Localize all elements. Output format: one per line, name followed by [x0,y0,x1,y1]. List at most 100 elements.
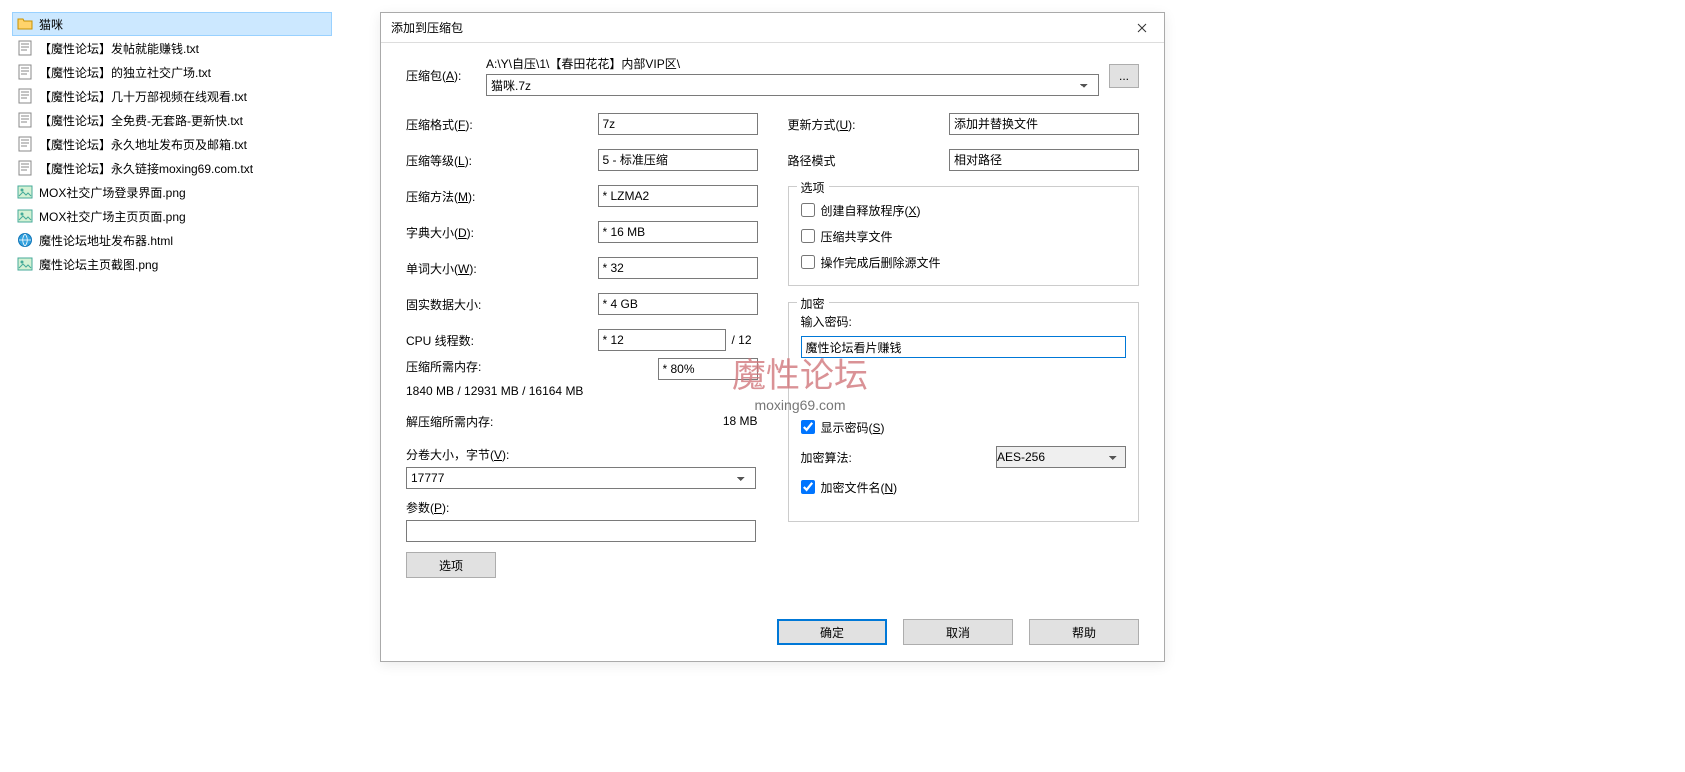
file-name: 魔性论坛主页截图.png [39,256,158,273]
encryption-legend: 加密 [797,295,829,312]
help-button[interactable]: 帮助 [1029,619,1139,645]
memcomp-line: 1840 MB / 12931 MB / 16164 MB [406,380,758,402]
file-list: 猫咪 【魔性论坛】发帖就能赚钱.txt 【魔性论坛】的独立社交广场.txt 【魔… [12,12,332,276]
archive-path: A:\Y\自压\1\【春田花花】内部VIP区\ [486,55,1099,72]
memcomp-select[interactable]: * 80% [658,358,758,380]
pathmode-select[interactable]: 相对路径 [949,149,1139,171]
level-label: 压缩等级(L): [406,152,598,169]
dict-row: 字典大小(D): * 16 MB [406,214,758,250]
algo-row: 加密算法: AES-256 [801,446,1127,468]
level-select[interactable]: 5 - 标准压缩 [598,149,758,171]
cancel-button[interactable]: 取消 [903,619,1013,645]
file-name: 【魔性论坛】发帖就能赚钱.txt [39,40,199,57]
memcomp-label: 压缩所需内存: [406,358,658,375]
file-item[interactable]: 【魔性论坛】全免费-无套路-更新快.txt [12,108,332,132]
dict-select[interactable]: * 16 MB [598,221,758,243]
password-input[interactable] [801,336,1127,358]
file-item[interactable]: 【魔性论坛】永久链接moxing69.com.txt [12,156,332,180]
file-item[interactable]: MOX社交广场主页页面.png [12,204,332,228]
archive-name-input[interactable] [486,74,1099,96]
titlebar[interactable]: 添加到压缩包 [381,13,1164,43]
file-name: 【魔性论坛】全免费-无套路-更新快.txt [39,112,243,129]
right-column: 更新方式(U): 添加并替换文件 路径模式 相对路径 选项 创建自释放程序(X)… [788,106,1140,578]
update-row: 更新方式(U): 添加并替换文件 [788,106,1140,142]
image-file-icon [17,184,33,200]
close-icon [1137,23,1147,33]
folder-icon [17,16,33,32]
image-file-icon [17,208,33,224]
file-name: 【魔性论坛】永久链接moxing69.com.txt [39,160,253,177]
method-select[interactable]: * LZMA2 [598,185,758,207]
memdecomp-value: 18 MB [723,414,758,428]
solid-label: 固实数据大小: [406,296,598,313]
file-item[interactable]: 魔性论坛主页截图.png [12,252,332,276]
image-file-icon [17,256,33,272]
file-name: 【魔性论坛】几十万部视频在线观看.txt [39,88,247,105]
dialog-buttons: 确定 取消 帮助 [381,605,1164,661]
file-item[interactable]: 【魔性论坛】的独立社交广场.txt [12,60,332,84]
level-row: 压缩等级(L): 5 - 标准压缩 [406,142,758,178]
options-legend: 选项 [797,179,829,196]
split-input[interactable] [406,467,756,489]
file-item[interactable]: 猫咪 [12,12,332,36]
archive-row: 压缩包(A): A:\Y\自压\1\【春田花花】内部VIP区\ ... [406,55,1139,96]
options-button[interactable]: 选项 [406,552,496,578]
file-name: 【魔性论坛】永久地址发布页及邮箱.txt [39,136,247,153]
dialog-content: 压缩包(A): A:\Y\自压\1\【春田花花】内部VIP区\ ... 压缩格式… [381,43,1164,605]
update-label: 更新方式(U): [788,116,950,133]
browse-button[interactable]: ... [1109,64,1139,88]
text-file-icon [17,136,33,152]
file-item[interactable]: MOX社交广场登录界面.png [12,180,332,204]
window-title: 添加到压缩包 [391,19,1119,36]
text-file-icon [17,64,33,80]
threads-select[interactable]: * 12 [598,329,726,351]
text-file-icon [17,112,33,128]
params-input[interactable] [406,520,756,542]
archive-label: 压缩包(A): [406,67,476,84]
password-label: 输入密码: [801,313,1127,330]
file-name: 【魔性论坛】的独立社交广场.txt [39,64,211,81]
options-group: 选项 创建自释放程序(X) 压缩共享文件 操作完成后删除源文件 [788,186,1140,286]
threads-max: / 12 [732,333,758,347]
text-file-icon [17,88,33,104]
threads-label: CPU 线程数: [406,332,598,349]
threads-row: CPU 线程数: * 12 / 12 [406,322,758,358]
pathmode-row: 路径模式 相对路径 [788,142,1140,178]
dict-label: 字典大小(D): [406,224,598,241]
file-item[interactable]: 【魔性论坛】永久地址发布页及邮箱.txt [12,132,332,156]
encryption-group: 加密 输入密码: 显示密码(S) 加密算法: AES-256 加密文件名(N) [788,302,1140,522]
method-label: 压缩方法(M): [406,188,598,205]
delete-after-checkbox[interactable]: 操作完成后删除源文件 [801,249,1127,275]
show-password-checkbox[interactable]: 显示密码(S) [801,414,1127,440]
word-label: 单词大小(W): [406,260,598,277]
format-select[interactable]: 7z [598,113,758,135]
encrypt-names-checkbox[interactable]: 加密文件名(N) [801,474,1127,500]
file-name: 魔性论坛地址发布器.html [39,232,173,249]
file-item[interactable]: 【魔性论坛】几十万部视频在线观看.txt [12,84,332,108]
file-item[interactable]: 【魔性论坛】发帖就能赚钱.txt [12,36,332,60]
solid-select[interactable]: * 4 GB [598,293,758,315]
params-label: 参数(P): [406,499,758,516]
method-row: 压缩方法(M): * LZMA2 [406,178,758,214]
html-file-icon [17,232,33,248]
word-select[interactable]: * 32 [598,257,758,279]
memdecomp-row: 解压缩所需内存: 18 MB [406,410,758,432]
format-row: 压缩格式(F): 7z [406,106,758,142]
add-to-archive-dialog: 添加到压缩包 压缩包(A): A:\Y\自压\1\【春田花花】内部VIP区\ .… [380,12,1165,662]
file-item[interactable]: 魔性论坛地址发布器.html [12,228,332,252]
file-name: MOX社交广场登录界面.png [39,184,186,201]
memdecomp-label: 解压缩所需内存: [406,413,723,430]
pathmode-label: 路径模式 [788,152,950,169]
close-button[interactable] [1119,13,1164,43]
algo-select[interactable]: AES-256 [996,446,1126,468]
split-label: 分卷大小，字节(V): [406,446,758,463]
text-file-icon [17,40,33,56]
shared-checkbox[interactable]: 压缩共享文件 [801,223,1127,249]
ok-button[interactable]: 确定 [777,619,887,645]
file-name: MOX社交广场主页页面.png [39,208,186,225]
file-name: 猫咪 [39,16,63,33]
word-row: 单词大小(W): * 32 [406,250,758,286]
format-label: 压缩格式(F): [406,116,598,133]
sfx-checkbox[interactable]: 创建自释放程序(X) [801,197,1127,223]
update-select[interactable]: 添加并替换文件 [949,113,1139,135]
